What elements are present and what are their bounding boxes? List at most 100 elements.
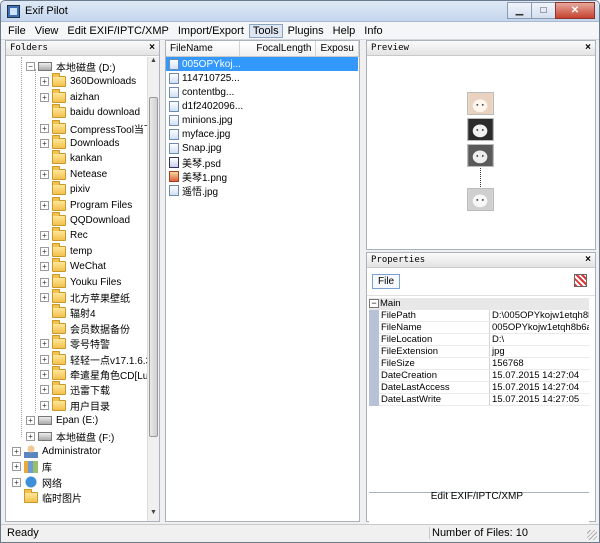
expand-icon[interactable]: +	[40, 354, 49, 364]
expand-icon[interactable]: +	[40, 293, 49, 302]
tab-file[interactable]: File	[372, 274, 401, 289]
tree-item[interactable]: + Epan (E:)	[26, 413, 98, 428]
property-value[interactable]: jpg	[490, 346, 589, 358]
menu-edit-exif[interactable]: Edit EXIF/IPTC/XMP	[63, 24, 172, 38]
column-exposure[interactable]: Exposu	[316, 41, 359, 56]
file-row[interactable]: 遥悟.jpg	[166, 183, 359, 198]
expand-icon[interactable]: +	[12, 447, 21, 456]
property-row[interactable]: FileLocation D:\	[369, 334, 589, 346]
expand-icon[interactable]: +	[40, 339, 49, 349]
expand-icon[interactable]: +	[40, 370, 49, 379]
menu-file[interactable]: File	[4, 24, 30, 38]
property-row[interactable]: DateLastAccess 15.07.2015 14:27:04	[369, 382, 589, 394]
tree-item[interactable]: − 本地磁盘 (D:)	[26, 59, 115, 74]
column-focallength[interactable]: FocalLength	[240, 41, 317, 56]
tree-item[interactable]: + 零号特警	[40, 335, 110, 351]
tree-item[interactable]: 会员数据备份	[40, 319, 130, 336]
expand-icon[interactable]: +	[12, 477, 21, 487]
export-icon[interactable]	[574, 274, 587, 287]
tree-item[interactable]: + Administrator	[12, 444, 101, 459]
scroll-down-icon[interactable]: ▼	[148, 509, 159, 521]
file-row[interactable]: 美琴.psd	[166, 155, 359, 170]
column-filename[interactable]: FileName	[166, 41, 241, 56]
category-row[interactable]: − Main	[369, 298, 589, 310]
tree-item[interactable]: + 轻轻一点v17.1.6.32	[40, 350, 147, 367]
tree-item[interactable]: + Rec	[40, 227, 88, 243]
tree-item[interactable]: baidu download	[40, 104, 140, 120]
expand-icon[interactable]: +	[40, 123, 49, 133]
expand-icon[interactable]: +	[26, 416, 35, 426]
file-row[interactable]: 114710725...	[166, 71, 359, 85]
expand-icon[interactable]: +	[40, 139, 49, 148]
tree-item[interactable]: + Netease	[40, 165, 107, 182]
expand-icon[interactable]: +	[40, 77, 49, 87]
file-row[interactable]: d1f2402096...	[166, 99, 359, 113]
tree-item[interactable]: + temp	[40, 242, 92, 259]
minimize-button[interactable]: ▁	[507, 2, 532, 19]
tree-item[interactable]: + aizhan	[40, 88, 99, 105]
maximize-button[interactable]: □	[531, 2, 556, 19]
tree-item[interactable]: 临时图片	[12, 489, 82, 505]
expand-icon[interactable]: +	[40, 385, 49, 395]
file-row[interactable]: minions.jpg	[166, 113, 359, 127]
close-button[interactable]: ✕	[555, 2, 595, 19]
scroll-up-icon[interactable]: ▲	[148, 57, 159, 69]
property-row[interactable]: FilePathD:\005OPYkojw1etqh8b6at...	[369, 310, 589, 322]
folders-scrollbar[interactable]: ▲ ▼	[147, 57, 159, 521]
expand-icon[interactable]: +	[40, 92, 49, 102]
expand-icon[interactable]: +	[12, 462, 21, 472]
tree-item[interactable]: + 用户目录	[40, 396, 110, 413]
expand-icon[interactable]: +	[40, 262, 49, 272]
tree-item[interactable]: + 网络	[12, 475, 62, 490]
collapse-icon[interactable]: −	[26, 62, 35, 71]
menu-help[interactable]: Help	[329, 24, 360, 38]
tree-item[interactable]: + 迅雷下载	[40, 381, 110, 397]
close-properties-icon[interactable]: ×	[585, 253, 591, 267]
file-row[interactable]: myface.jpg	[166, 127, 359, 141]
menu-tools[interactable]: Tools	[248, 23, 283, 38]
close-folders-icon[interactable]: ×	[149, 41, 155, 55]
property-value[interactable]: 15.07.2015 14:27:05	[490, 394, 589, 406]
expand-icon[interactable]: +	[40, 246, 49, 256]
property-row[interactable]: FileSize 156768	[369, 358, 589, 370]
property-row[interactable]: FileExtension jpg	[369, 346, 589, 358]
property-value[interactable]: 005OPYkojw1etqh8b6at...	[490, 322, 589, 334]
tree-item[interactable]: + WeChat	[40, 258, 106, 274]
property-value[interactable]: 156768	[490, 358, 589, 370]
edit-exif-button[interactable]: Edit EXIF/IPTC/XMP	[369, 491, 593, 502]
file-row[interactable]: 美琴1.png	[166, 169, 359, 184]
menu-view[interactable]: View	[31, 24, 63, 38]
menu-plugins[interactable]: Plugins	[284, 24, 328, 38]
expand-icon[interactable]: +	[40, 169, 49, 179]
tree-item[interactable]: + CompressTool当下	[40, 119, 147, 136]
file-row[interactable]: Snap.jpg	[166, 141, 359, 155]
property-value[interactable]: D:\005OPYkojw1etqh8b6at...	[490, 310, 589, 322]
expand-icon[interactable]: +	[40, 200, 49, 210]
tree-item[interactable]: +360Downloads	[40, 73, 136, 89]
property-value[interactable]: 15.07.2015 14:27:04	[490, 370, 589, 382]
file-row[interactable]: 005OPYkoj...	[166, 57, 358, 71]
property-row[interactable]: DateLastWrite 15.07.2015 14:27:05	[369, 394, 589, 406]
menu-info[interactable]: Info	[360, 24, 386, 38]
tree-item[interactable]: QQDownload	[40, 212, 130, 228]
collapse-icon[interactable]: −	[369, 299, 379, 308]
expand-icon[interactable]: +	[40, 277, 49, 287]
tree-item[interactable]: + 本地磁盘 (F:)	[26, 429, 114, 444]
expand-icon[interactable]: +	[26, 431, 35, 441]
tree-item[interactable]: + 牵遣星角色CD[Luc	[40, 366, 147, 382]
scroll-thumb[interactable]	[149, 97, 158, 437]
resize-grip[interactable]	[587, 530, 597, 540]
tree-item[interactable]: + Youku Files	[40, 273, 121, 290]
file-row[interactable]: contentbg...	[166, 85, 359, 99]
property-row[interactable]: DateCreation 15.07.2015 14:27:04	[369, 370, 589, 382]
property-value[interactable]: 15.07.2015 14:27:04	[490, 382, 589, 394]
property-value[interactable]: D:\	[490, 334, 589, 346]
tree-item[interactable]: + 北方苹果壁纸	[40, 289, 130, 305]
close-preview-icon[interactable]: ×	[585, 41, 591, 55]
expand-icon[interactable]: +	[40, 231, 49, 241]
tree-item[interactable]: pixiv	[40, 181, 90, 197]
expand-icon[interactable]: +	[40, 400, 49, 410]
tree-item[interactable]: kankan	[40, 150, 102, 166]
property-row[interactable]: FileName005OPYkojw1etqh8b6at...	[369, 322, 589, 334]
menu-import-export[interactable]: Import/Export	[174, 24, 248, 38]
